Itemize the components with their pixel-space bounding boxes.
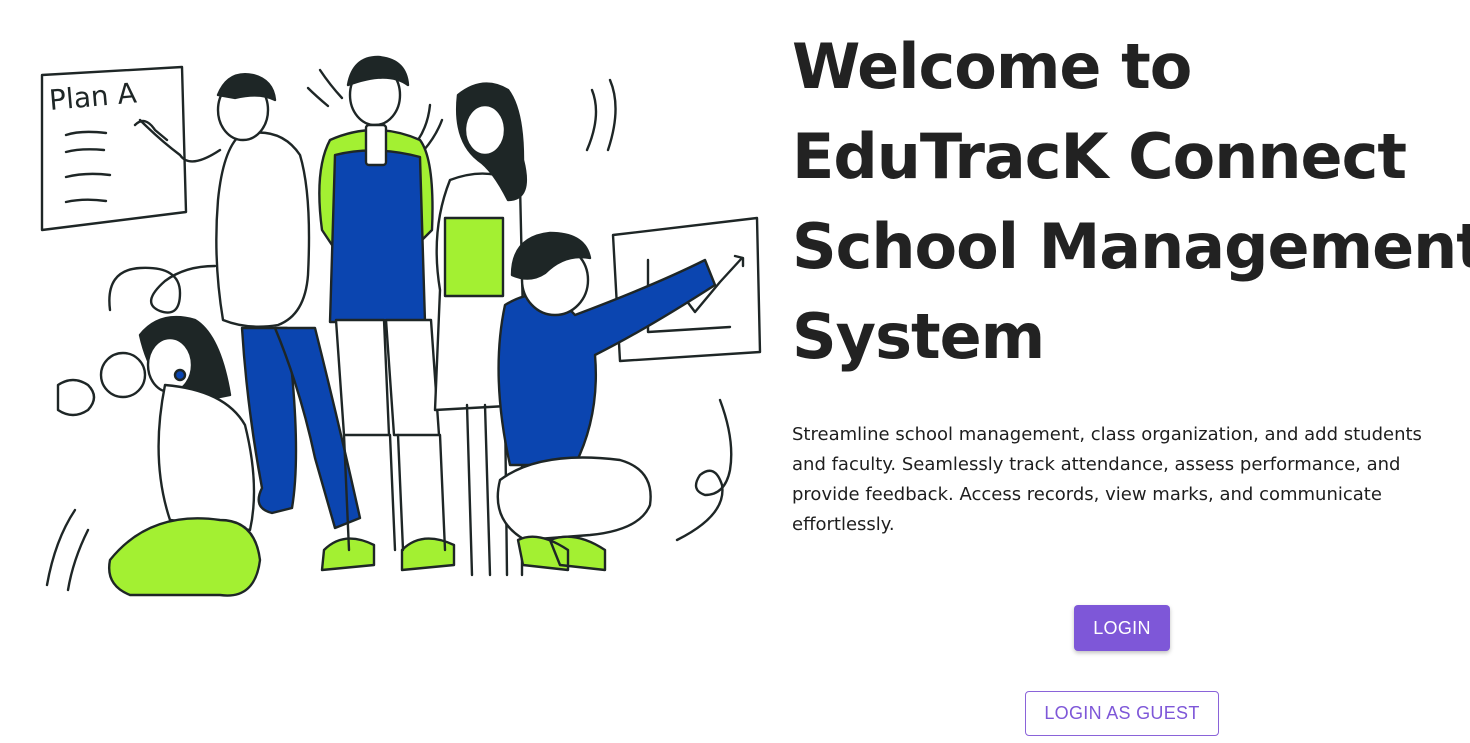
login-button[interactable]: LOGIN	[1074, 605, 1170, 651]
welcome-page: Plan A Welcome to EduTracK Connect Schoo…	[0, 0, 1470, 743]
page-title: Welcome to EduTracK Connect School Manag…	[792, 22, 1470, 382]
title-line-4: System	[792, 300, 1045, 373]
hero-description: Streamline school management, class orga…	[792, 424, 1422, 535]
title-line-1: Welcome to	[792, 30, 1192, 103]
login-as-guest-button[interactable]: LOGIN AS GUEST	[1025, 691, 1219, 736]
swirl-left	[108, 264, 217, 314]
team-illustration: Plan A	[40, 55, 762, 597]
swirl-right	[675, 398, 733, 542]
person-kneeling-magnifier	[56, 316, 262, 597]
title-line-2: EduTracK Connect	[792, 120, 1407, 193]
hero-section: Welcome to EduTracK Connect School Manag…	[792, 22, 1470, 382]
person-crouching	[496, 231, 717, 572]
title-line-3: School Management	[792, 210, 1470, 283]
